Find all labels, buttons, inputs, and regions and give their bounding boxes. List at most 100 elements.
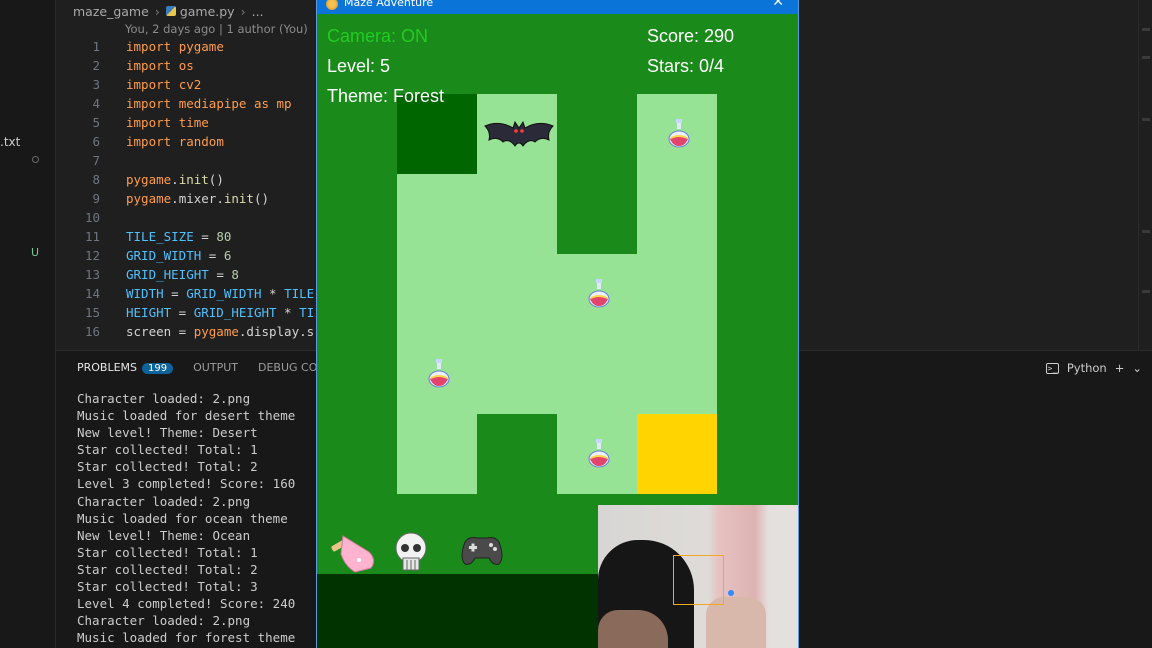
terminal-line: Star collected! Total: 3 xyxy=(77,579,258,595)
code-token: () xyxy=(208,172,224,187)
terminal-shell-label[interactable]: Python xyxy=(1067,361,1107,375)
code-token: = xyxy=(193,229,217,244)
modified-dot-icon xyxy=(32,156,39,163)
camera-status: Camera: ON xyxy=(327,26,429,46)
chevron-right-icon: › xyxy=(154,3,160,19)
code-token: . xyxy=(216,191,224,206)
code-token: init xyxy=(223,191,254,206)
terminal-line: Character loaded: 2.png xyxy=(77,391,251,406)
close-icon[interactable]: ✕ xyxy=(772,0,784,10)
code-token: = xyxy=(171,305,194,320)
code-token: . xyxy=(171,172,179,187)
chevron-right-icon: › xyxy=(240,3,246,19)
git-blame-annotation[interactable]: You, 2 days ago | 1 author (You) xyxy=(125,22,308,36)
line-number: 1 xyxy=(92,39,100,54)
terminal-line: Level 3 completed! Score: 160 xyxy=(77,476,296,492)
code-line[interactable]: 10 xyxy=(56,208,316,227)
code-lines[interactable]: 1 import pygame 2 import os 3 import cv2 4 impo… xyxy=(56,37,316,341)
code-token: time xyxy=(178,115,209,130)
stars-label: Stars: 0/4 xyxy=(647,56,725,76)
tab-problems-label: PROBLEMS xyxy=(77,361,138,374)
code-token: GRID_WIDTH xyxy=(126,248,202,263)
code-token: GRID_HEIGHT xyxy=(193,305,277,320)
code-token: os xyxy=(178,58,194,73)
line-number: 6 xyxy=(92,134,100,149)
code-line[interactable]: 15 HEIGHT = GRID_HEIGHT * TI xyxy=(56,303,316,322)
tab-problems[interactable]: PROBLEMS 199 xyxy=(77,361,174,374)
code-line[interactable]: 7 xyxy=(56,151,316,170)
line-number: 13 xyxy=(84,267,100,282)
inventory-floor xyxy=(317,574,599,648)
theme-label: Theme: Forest xyxy=(327,86,445,106)
code-token: as xyxy=(253,96,277,111)
code-token: = xyxy=(201,248,224,263)
terminal-line: Star collected! Total: 1 xyxy=(77,544,258,560)
code-token: . xyxy=(171,191,179,206)
chevron-down-icon[interactable]: ⌄ xyxy=(1132,361,1142,375)
code-token: * xyxy=(261,286,285,301)
breadcrumb-more[interactable]: ... xyxy=(252,4,264,19)
terminal-line: Music loaded for ocean theme xyxy=(77,510,288,526)
code-token: pygame xyxy=(126,191,172,206)
window-title: Maze Adventure xyxy=(344,0,434,9)
code-line[interactable]: 14 WIDTH = GRID_WIDTH * TILE xyxy=(56,284,316,303)
code-token: TILE_SIZE xyxy=(126,229,194,244)
terminal-line: Music loaded for forest theme xyxy=(77,630,296,646)
game-window[interactable]: Maze Adventure ✕ Camera: ON Level: 5 The… xyxy=(316,0,799,648)
screen: .txt U maze_game › game.py › ... You, 2 … xyxy=(0,0,1152,648)
code-token: mp xyxy=(276,96,292,111)
bat-icon xyxy=(484,120,554,147)
code-token: 80 xyxy=(216,229,232,244)
explorer-file-label[interactable]: .txt xyxy=(0,135,20,149)
code-token: HEIGHT xyxy=(126,305,172,320)
line-number: 9 xyxy=(92,191,100,206)
add-terminal-icon[interactable]: + xyxy=(1115,361,1125,375)
code-line[interactable]: 3 import cv2 xyxy=(56,75,316,94)
code-token: import xyxy=(126,134,179,149)
code-token: import xyxy=(126,39,179,54)
code-token: screen = xyxy=(126,324,194,339)
terminal-line: New level! Theme: Ocean xyxy=(77,527,251,543)
terminal-icon: >_ xyxy=(1045,362,1059,374)
code-line[interactable]: 6 import random xyxy=(56,132,316,151)
minimap-mark xyxy=(1142,118,1150,121)
app-icon xyxy=(326,0,338,10)
breadcrumb-file[interactable]: game.py xyxy=(165,3,235,19)
code-line[interactable]: 4 import mediapipe as mp xyxy=(56,94,316,113)
path-tile xyxy=(477,334,717,414)
code-line[interactable]: 8 pygame. init() xyxy=(56,170,316,189)
code-line[interactable]: 1 import pygame xyxy=(56,37,316,56)
path-tile xyxy=(397,414,477,494)
game-titlebar[interactable]: Maze Adventure ✕ xyxy=(317,0,798,14)
minimap[interactable] xyxy=(1138,0,1152,350)
popsicle-icon xyxy=(331,535,375,573)
code-line[interactable]: 11 TILE_SIZE = 80 xyxy=(56,227,316,246)
code-token: init xyxy=(178,172,209,187)
code-token: TI xyxy=(299,305,315,320)
line-number: 8 xyxy=(92,172,100,187)
code-line[interactable]: 5 import time xyxy=(56,113,316,132)
terminal-output[interactable]: Character loaded: 2.png Music loaded for … xyxy=(77,390,295,646)
terminal-line: Star collected! Total: 2 xyxy=(77,459,258,475)
hand-tracking-box xyxy=(673,555,724,605)
code-token: import xyxy=(126,96,179,111)
code-token: import xyxy=(126,115,179,130)
explorer-strip: .txt U xyxy=(0,0,56,648)
code-line[interactable]: 16 screen = pygame .display.s xyxy=(56,322,316,341)
tab-output[interactable]: OUTPUT xyxy=(193,361,238,374)
minimap-mark xyxy=(1142,230,1150,233)
code-token: 8 xyxy=(231,267,239,282)
code-line[interactable]: 13 GRID_HEIGHT = 8 xyxy=(56,265,316,284)
terminal-line: Star collected! Total: 2 xyxy=(77,561,258,577)
code-token: random xyxy=(178,134,224,149)
code-line[interactable]: 12 GRID_WIDTH = 6 xyxy=(56,246,316,265)
code-line[interactable]: 2 import os xyxy=(56,56,316,75)
line-number: 14 xyxy=(84,286,100,301)
line-number: 11 xyxy=(84,229,100,244)
breadcrumb-file-label: game.py xyxy=(179,3,235,19)
breadcrumb-folder[interactable]: maze_game xyxy=(73,4,149,19)
code-token: mixer xyxy=(178,191,217,206)
panel-tabs: PROBLEMS 199 OUTPUT DEBUG CONS xyxy=(77,361,333,374)
code-line[interactable]: 9 pygame. mixer. init() xyxy=(56,189,316,208)
line-number: 10 xyxy=(84,210,100,225)
